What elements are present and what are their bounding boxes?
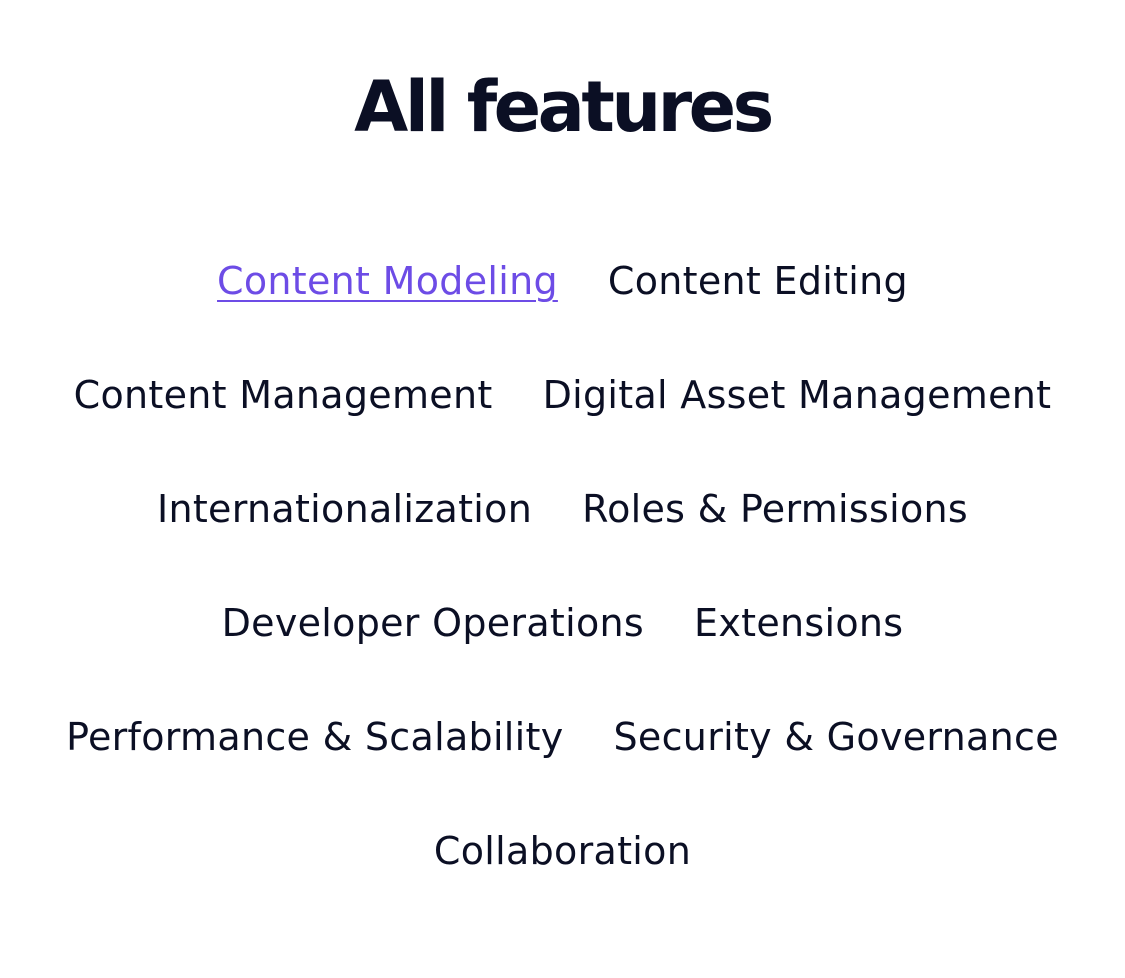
feature-link-extensions[interactable]: Extensions [694,586,903,660]
feature-row: Developer Operations Extensions [0,566,1125,680]
feature-row: Content Management Digital Asset Managem… [0,338,1125,452]
feature-nav: Content Modeling Content Editing Content… [0,224,1125,908]
feature-link-security-governance[interactable]: Security & Governance [614,700,1059,774]
page-title: All features [354,66,774,148]
feature-row: Content Modeling Content Editing [0,224,1125,338]
feature-row: Performance & Scalability Security & Gov… [0,680,1125,794]
feature-link-developer-operations[interactable]: Developer Operations [222,586,644,660]
feature-row: Collaboration [0,794,1125,908]
feature-link-content-modeling[interactable]: Content Modeling [217,244,558,318]
feature-link-content-management[interactable]: Content Management [74,358,493,432]
feature-link-digital-asset-management[interactable]: Digital Asset Management [543,358,1052,432]
feature-row: Internationalization Roles & Permissions [0,452,1125,566]
feature-link-internationalization[interactable]: Internationalization [157,472,532,546]
features-page: All features Content Modeling Content Ed… [0,0,1125,978]
feature-link-performance-scalability[interactable]: Performance & Scalability [66,700,563,774]
feature-link-collaboration[interactable]: Collaboration [434,814,691,888]
feature-link-content-editing[interactable]: Content Editing [608,244,908,318]
feature-link-roles-permissions[interactable]: Roles & Permissions [582,472,968,546]
